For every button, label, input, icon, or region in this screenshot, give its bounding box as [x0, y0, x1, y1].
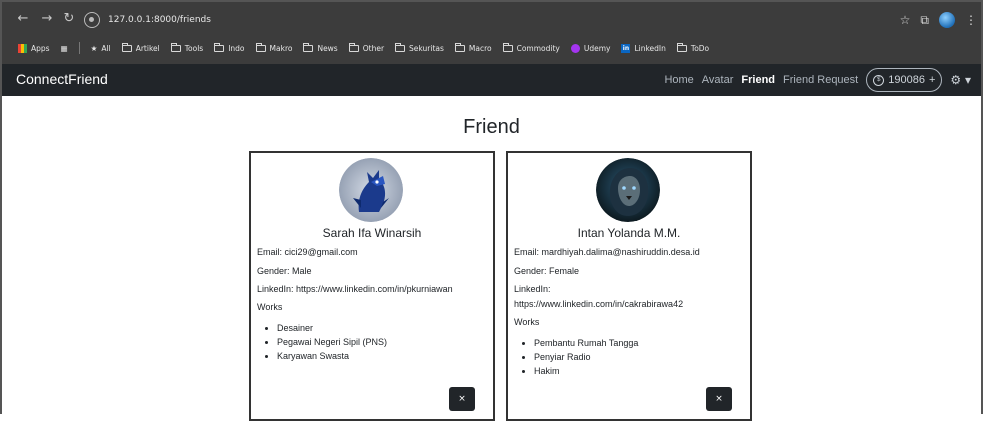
menu-kebab-icon[interactable]: ⋮ — [965, 13, 977, 27]
linkedin-icon: in — [621, 43, 631, 53]
browser-chrome: ← → ↻ 127.0.0.1:8000/friends ☆ ⧉ ⋮ Apps … — [0, 0, 983, 64]
bookmark-linkedin[interactable]: in LinkedIn — [621, 43, 666, 53]
site-info-icon[interactable] — [84, 12, 100, 28]
friend-card: Sarah Ifa Winarsih Email: cici29@gmail.c… — [249, 151, 495, 421]
bookmark-artikel[interactable]: Artikel — [121, 42, 160, 53]
works-label: Works — [514, 317, 540, 327]
remove-friend-button[interactable]: × — [706, 387, 732, 411]
bookmark-tools[interactable]: Tools — [170, 42, 203, 53]
coin-balance-button[interactable]: $ 190086 + — [866, 68, 943, 92]
folder-icon — [348, 42, 359, 52]
folder-icon — [395, 42, 406, 52]
friend-name: Intan Yolanda M.M. — [577, 226, 681, 240]
folder-icon — [676, 42, 687, 52]
bookmark-sekuritas[interactable]: Sekuritas — [395, 42, 444, 53]
friend-email: Email: mardhiyah.dalima@nashiruddin.desa… — [514, 247, 700, 257]
app-navbar: ConnectFriend Home Avatar Friend Friend … — [0, 64, 983, 96]
folder-icon — [303, 42, 314, 52]
work-item: Karyawan Swasta — [277, 349, 387, 363]
bookmark-separator — [78, 42, 80, 54]
works-label: Works — [257, 302, 283, 312]
remove-friend-button[interactable]: × — [449, 387, 475, 411]
folder-icon — [255, 42, 266, 52]
friend-linkedin-url: https://www.linkedin.com/in/cakrabirawa4… — [514, 299, 684, 309]
coin-icon: $ — [873, 74, 885, 86]
works-list: Pembantu Rumah Tangga Penyiar Radio Haki… — [534, 336, 638, 378]
plus-icon: + — [928, 74, 936, 86]
brand-logo[interactable]: ConnectFriend — [16, 71, 108, 87]
folder-icon — [170, 42, 181, 52]
friend-gender: Gender: Male — [257, 266, 312, 276]
works-list: Desainer Pegawai Negeri Sipil (PNS) Kary… — [277, 321, 387, 363]
main-content: Friend Sarah Ifa Winarsih Email: cici29@… — [0, 96, 983, 421]
bookmark-apps[interactable]: Apps — [18, 43, 50, 53]
nav-avatar[interactable]: Avatar — [702, 74, 734, 86]
work-item: Pegawai Negeri Sipil (PNS) — [277, 335, 387, 349]
folder-icon — [502, 42, 513, 52]
forward-icon[interactable]: → — [38, 10, 56, 28]
nav-home[interactable]: Home — [664, 74, 693, 86]
profile-avatar-icon[interactable] — [939, 12, 955, 28]
folder-icon — [454, 42, 465, 52]
nav-friend-request[interactable]: Friend Request — [783, 74, 858, 86]
star-icon[interactable]: ☆ — [900, 13, 911, 27]
bookmark-indo[interactable]: Indo — [214, 42, 245, 53]
bookmark-todo[interactable]: ToDo — [676, 42, 709, 53]
friend-gender: Gender: Female — [514, 266, 580, 276]
apps-grid-icon — [18, 43, 27, 53]
bookmarks-bar: Apps ▦ ★ All Artikel Tools Indo Makro New… — [18, 40, 709, 56]
bookmark-all[interactable]: ★ All — [91, 44, 111, 53]
url-text[interactable]: 127.0.0.1:8000/friends — [108, 15, 211, 25]
coin-balance: 190086 — [888, 74, 925, 86]
udemy-icon — [570, 43, 580, 53]
work-item: Penyiar Radio — [534, 350, 638, 364]
avatar — [596, 158, 660, 222]
avatar — [339, 158, 403, 222]
reload-icon[interactable]: ↻ — [60, 10, 78, 28]
browser-actions: ☆ ⧉ ⋮ — [900, 10, 977, 30]
bookmark-udemy[interactable]: Udemy — [570, 43, 610, 53]
tab-groups-icon[interactable]: ▦ — [61, 44, 68, 53]
friend-email: Email: cici29@gmail.com — [257, 247, 358, 257]
work-item: Hakim — [534, 364, 638, 378]
settings-gear-icon[interactable]: ⚙ ▾ — [950, 73, 971, 87]
star-filled-icon: ★ — [90, 43, 98, 53]
folder-icon — [121, 42, 132, 52]
bookmark-makro[interactable]: Makro — [255, 42, 292, 53]
browser-toolbar: ← → ↻ 127.0.0.1:8000/friends ☆ ⧉ ⋮ — [2, 10, 983, 38]
friend-card: Intan Yolanda M.M. Email: mardhiyah.dali… — [506, 151, 752, 421]
dragon-avatar-icon — [339, 158, 403, 222]
address-bar[interactable]: 127.0.0.1:8000/friends — [84, 10, 211, 30]
bookmark-commodity[interactable]: Commodity — [502, 42, 560, 53]
bookmark-other[interactable]: Other — [348, 42, 384, 53]
page-title: Friend — [463, 116, 520, 138]
bookmark-news[interactable]: News — [303, 42, 338, 53]
folder-icon — [214, 42, 225, 52]
bookmark-macro[interactable]: Macro — [454, 42, 492, 53]
nav-friend[interactable]: Friend — [741, 74, 775, 86]
lion-avatar-icon — [596, 158, 660, 222]
work-item: Pembantu Rumah Tangga — [534, 336, 638, 350]
nav-links: Home Avatar Friend Friend Request $ 1900… — [664, 64, 971, 96]
work-item: Desainer — [277, 321, 387, 335]
extensions-icon[interactable]: ⧉ — [920, 13, 929, 28]
friend-name: Sarah Ifa Winarsih — [322, 226, 422, 240]
back-icon[interactable]: ← — [14, 10, 32, 28]
friend-linkedin: LinkedIn: https://www.linkedin.com/in/pk… — [257, 284, 453, 294]
